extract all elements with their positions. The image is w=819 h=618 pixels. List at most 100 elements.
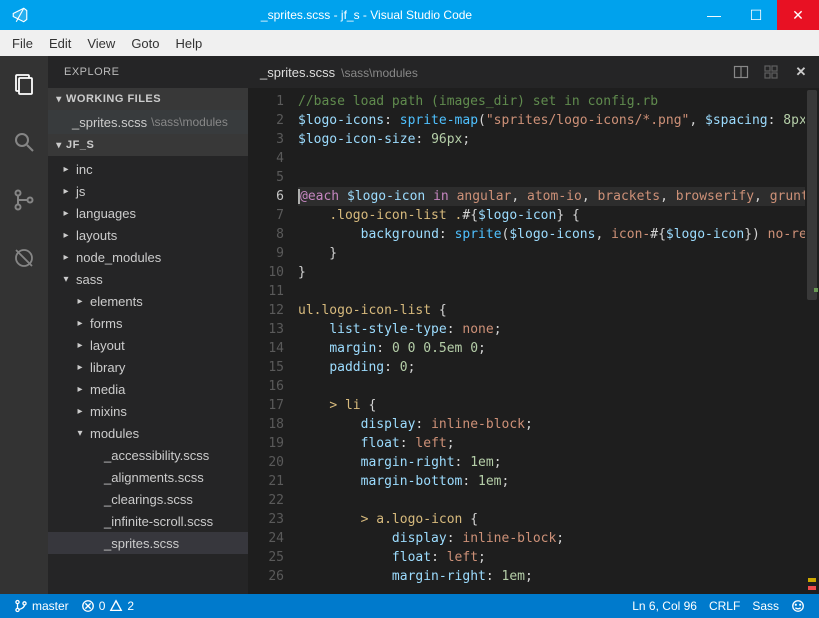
tree-file-item[interactable]: _accessibility.scss: [48, 444, 248, 466]
maximize-button[interactable]: ☐: [735, 0, 777, 30]
tree-file-item[interactable]: _alignments.scss: [48, 466, 248, 488]
line-number: 12: [248, 301, 284, 320]
debug-icon[interactable]: [0, 238, 48, 278]
tree-folder-item[interactable]: ▸ js: [48, 180, 248, 202]
menu-item-file[interactable]: File: [4, 34, 41, 53]
line-number-gutter: 1234567891011121314151617181920212223242…: [248, 88, 292, 594]
tree-folder-item[interactable]: ▾sass: [48, 268, 248, 290]
problems-status[interactable]: 0 2: [75, 594, 140, 618]
menu-item-view[interactable]: View: [79, 34, 123, 53]
code-line[interactable]: $logo-icons: sprite-map("sprites/logo-ic…: [298, 111, 819, 130]
editor-tab[interactable]: _sprites.scss \sass\modules: [260, 65, 418, 80]
activity-bar: [0, 56, 48, 594]
tree-folder-item[interactable]: ▸library: [48, 356, 248, 378]
code-line[interactable]: list-style-type: none;: [298, 320, 819, 339]
tree-item-label: _accessibility.scss: [104, 448, 209, 463]
line-number: 3: [248, 130, 284, 149]
close-editor-icon[interactable]: ✕: [791, 62, 811, 82]
code-line[interactable]: }: [298, 263, 819, 282]
working-file-item[interactable]: _sprites.scss\sass\modules: [48, 110, 248, 134]
tree-file-item[interactable]: _clearings.scss: [48, 488, 248, 510]
tree-item-label: layout: [90, 338, 125, 353]
menu-item-goto[interactable]: Goto: [123, 34, 167, 53]
language-mode-status[interactable]: Sass: [746, 594, 785, 618]
code-line[interactable]: display: inline-block;: [298, 415, 819, 434]
code-line[interactable]: [298, 491, 819, 510]
code-line[interactable]: margin-bottom: 1em;: [298, 472, 819, 491]
line-number: 10: [248, 263, 284, 282]
vscode-icon: [0, 6, 40, 24]
project-header[interactable]: ▾ JF_S: [48, 134, 248, 156]
code-editor[interactable]: 1234567891011121314151617181920212223242…: [248, 88, 819, 594]
menu-item-help[interactable]: Help: [168, 34, 211, 53]
feedback-icon[interactable]: [785, 594, 811, 618]
code-line[interactable]: background: sprite($logo-icons, icon-#{$…: [298, 225, 819, 244]
code-line[interactable]: [298, 377, 819, 396]
cursor-position-status[interactable]: Ln 6, Col 96: [626, 594, 703, 618]
line-number: 8: [248, 225, 284, 244]
tree-item-label: forms: [90, 316, 123, 331]
code-line[interactable]: [298, 168, 819, 187]
code-line[interactable]: margin-right: 1em;: [298, 567, 819, 586]
tree-item-label: elements: [90, 294, 143, 309]
more-actions-icon[interactable]: [761, 62, 781, 82]
code-line[interactable]: > a.logo-icon {: [298, 510, 819, 529]
scrollbar-slider[interactable]: [807, 90, 817, 300]
code-line[interactable]: ul.logo-icon-list {: [298, 301, 819, 320]
code-line[interactable]: float: left;: [298, 434, 819, 453]
tree-folder-item[interactable]: ▸languages: [48, 202, 248, 224]
tree-item-label: modules: [90, 426, 139, 441]
chevron-right-icon: ▸: [74, 296, 86, 307]
explorer-icon[interactable]: [0, 64, 48, 104]
tree-folder-item[interactable]: ▾modules: [48, 422, 248, 444]
file-name: _sprites.scss: [72, 115, 147, 130]
code-line[interactable]: //base load path (images_dir) set in con…: [298, 92, 819, 111]
working-files-label: WORKING FILES: [66, 93, 161, 105]
code-line[interactable]: > li {: [298, 396, 819, 415]
code-line[interactable]: display: inline-block;: [298, 529, 819, 548]
tree-folder-item[interactable]: ▸layout: [48, 334, 248, 356]
tree-folder-item[interactable]: ▸mixins: [48, 400, 248, 422]
code-line[interactable]: margin-right: 1em;: [298, 453, 819, 472]
line-number: 18: [248, 415, 284, 434]
eol-status[interactable]: CRLF: [703, 594, 746, 618]
code-line[interactable]: margin: 0 0 0.5em 0;: [298, 339, 819, 358]
code-line[interactable]: .logo-icon-list .#{$logo-icon} {: [298, 206, 819, 225]
project-label: JF_S: [66, 139, 94, 151]
code-line[interactable]: float: left;: [298, 548, 819, 567]
working-files-header[interactable]: ▾ WORKING FILES: [48, 88, 248, 110]
window-controls: — ☐ ✕: [693, 0, 819, 30]
tab-path: \sass\modules: [341, 66, 418, 80]
tree-folder-item[interactable]: ▸layouts: [48, 224, 248, 246]
tree-item-label: library: [90, 360, 125, 375]
code-line[interactable]: }: [298, 244, 819, 263]
tree-folder-item[interactable]: ▸ elements: [48, 290, 248, 312]
search-icon[interactable]: [0, 122, 48, 162]
tree-folder-item[interactable]: ▸inc: [48, 158, 248, 180]
split-editor-icon[interactable]: [731, 62, 751, 82]
overview-ruler[interactable]: [805, 88, 819, 594]
tree-folder-item[interactable]: ▸node_modules: [48, 246, 248, 268]
code-line[interactable]: @each $logo-icon in angular, atom-io, br…: [298, 187, 819, 206]
tree-folder-item[interactable]: ▸forms: [48, 312, 248, 334]
chevron-right-icon: ▸: [74, 384, 86, 395]
git-branch-status[interactable]: master: [8, 594, 75, 618]
code-content[interactable]: //base load path (images_dir) set in con…: [292, 88, 819, 594]
tree-item-label: js: [76, 184, 85, 199]
close-button[interactable]: ✕: [777, 0, 819, 30]
tree-file-item[interactable]: _infinite-scroll.scss: [48, 510, 248, 532]
code-line[interactable]: [298, 282, 819, 301]
menu-item-edit[interactable]: Edit: [41, 34, 79, 53]
code-line[interactable]: padding: 0;: [298, 358, 819, 377]
file-tree[interactable]: ▸inc ▸ js ▸languages▸layouts▸node_modules▾s…: [48, 156, 248, 594]
line-number: 26: [248, 567, 284, 586]
tree-file-item[interactable]: _sprites.scss: [48, 532, 248, 554]
tree-folder-item[interactable]: ▸media: [48, 378, 248, 400]
git-icon[interactable]: [0, 180, 48, 220]
code-line[interactable]: [298, 149, 819, 168]
minimize-button[interactable]: —: [693, 0, 735, 30]
chevron-down-icon: ▾: [60, 274, 72, 285]
code-line[interactable]: $logo-icon-size: 96px;: [298, 130, 819, 149]
chevron-right-icon: ▸: [60, 186, 72, 197]
tree-item-label: _clearings.scss: [104, 492, 193, 507]
